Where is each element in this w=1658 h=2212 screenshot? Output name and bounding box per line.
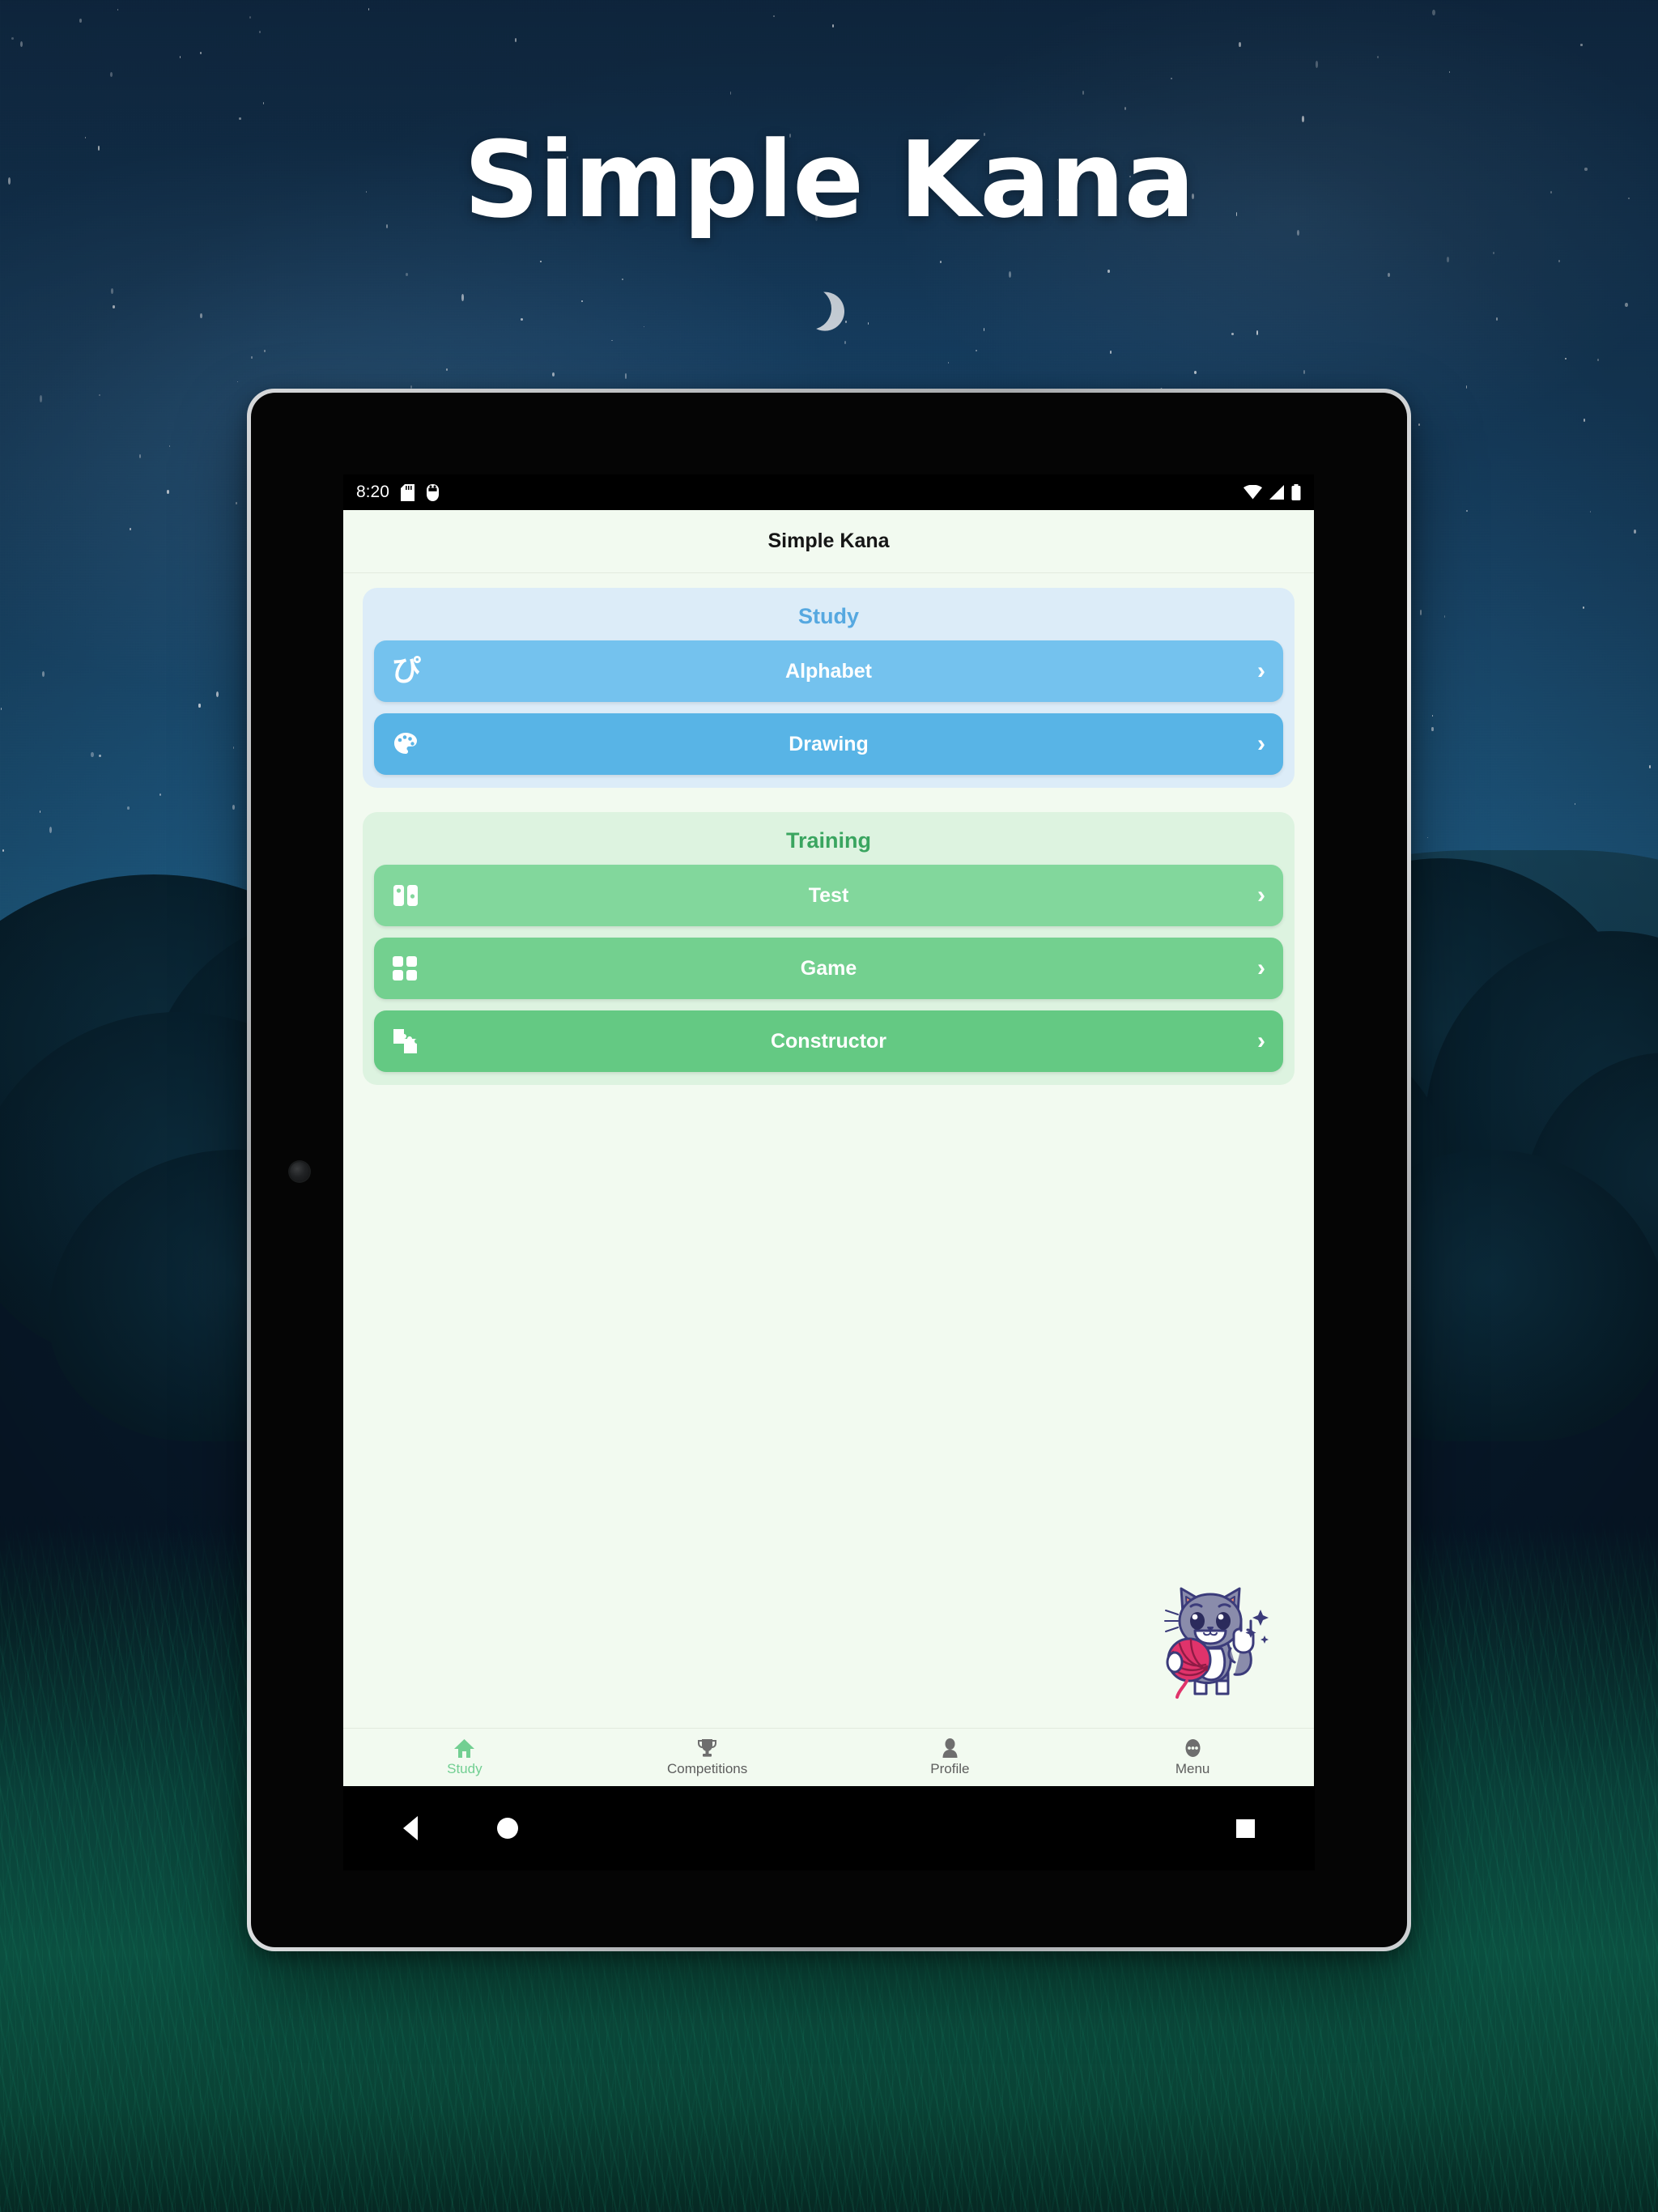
- tablet-body: 8:20 Simple Kana Study ぴ Alphabet › Draw…: [251, 393, 1407, 1947]
- menu-item-game[interactable]: Game ›: [374, 938, 1283, 999]
- chevron-right-icon: ›: [1257, 955, 1265, 981]
- nav-item-menu-label: Menu: [1175, 1760, 1210, 1776]
- android-status-bar: 8:20: [343, 474, 1314, 510]
- cellular-signal-icon: [1269, 485, 1284, 500]
- trophy-icon: [698, 1738, 717, 1757]
- nav-item-competitions[interactable]: Competitions: [586, 1738, 829, 1777]
- chevron-right-icon: ›: [1257, 730, 1265, 757]
- section-study: Study ぴ Alphabet › Drawing ›: [363, 588, 1295, 788]
- hero-title: Simple Kana: [463, 118, 1195, 241]
- menu-item-test-label: Test: [808, 883, 849, 907]
- flashcards-icon: [392, 883, 426, 908]
- cat-with-yarn-mascot: [1150, 1571, 1272, 1710]
- sd-card-icon: [400, 483, 414, 501]
- section-training: Training Test › Game › Constructor ›: [363, 812, 1295, 1085]
- menu-item-drawing-label: Drawing: [789, 732, 869, 755]
- chevron-right-icon: ›: [1257, 1027, 1265, 1054]
- usb-icon: [426, 483, 439, 501]
- chevron-right-icon: ›: [1257, 657, 1265, 684]
- menu-item-game-label: Game: [800, 956, 857, 980]
- grid-four-icon: [392, 955, 426, 981]
- section-title-study: Study: [797, 604, 859, 628]
- menu-item-drawing[interactable]: Drawing ›: [374, 713, 1283, 775]
- status-bar-right: [1244, 484, 1301, 500]
- person-icon: [942, 1738, 958, 1758]
- nav-item-study-label: Study: [447, 1760, 483, 1776]
- status-time: 8:20: [356, 483, 389, 501]
- back-button[interactable]: [403, 1816, 418, 1840]
- nav-item-study[interactable]: Study: [343, 1738, 586, 1777]
- palette-icon: [392, 730, 426, 758]
- menu-item-alphabet[interactable]: ぴ Alphabet ›: [374, 640, 1283, 702]
- tablet-device-mockup: 8:20 Simple Kana Study ぴ Alphabet › Draw…: [247, 389, 1411, 1951]
- app-bar-title: Simple Kana: [767, 530, 890, 552]
- menu-item-constructor[interactable]: Constructor ›: [374, 1010, 1283, 1072]
- home-icon: [454, 1738, 475, 1758]
- menu-item-constructor-label: Constructor: [770, 1029, 887, 1053]
- recents-button[interactable]: [1236, 1819, 1255, 1838]
- nav-item-profile-label: Profile: [930, 1760, 970, 1776]
- menu-item-test[interactable]: Test ›: [374, 865, 1283, 926]
- nav-item-competitions-label: Competitions: [667, 1760, 748, 1776]
- status-bar-left: 8:20: [356, 483, 440, 502]
- home-button[interactable]: [497, 1818, 518, 1839]
- front-camera-icon: [290, 1162, 309, 1181]
- battery-icon: [1291, 484, 1301, 500]
- nav-item-profile[interactable]: Profile: [829, 1738, 1072, 1777]
- menu-item-alphabet-label: Alphabet: [785, 659, 872, 683]
- android-navigation-bar: [343, 1786, 1315, 1870]
- bottom-navigation-bar: Study Competitions Profile Menu: [343, 1728, 1314, 1786]
- tablet-screen: 8:20 Simple Kana Study ぴ Alphabet › Draw…: [343, 474, 1314, 1786]
- puzzle-icon: [392, 1027, 426, 1055]
- app-bar: Simple Kana: [343, 510, 1314, 573]
- wifi-icon: [1244, 485, 1262, 500]
- more-dots-icon: [1185, 1738, 1201, 1757]
- chevron-right-icon: ›: [1257, 882, 1265, 908]
- section-title-training: Training: [785, 828, 871, 853]
- nav-item-menu[interactable]: Menu: [1071, 1738, 1314, 1777]
- kana-pi-icon: ぴ: [392, 654, 422, 687]
- main-content: Study ぴ Alphabet › Drawing › Training Te…: [343, 573, 1314, 1728]
